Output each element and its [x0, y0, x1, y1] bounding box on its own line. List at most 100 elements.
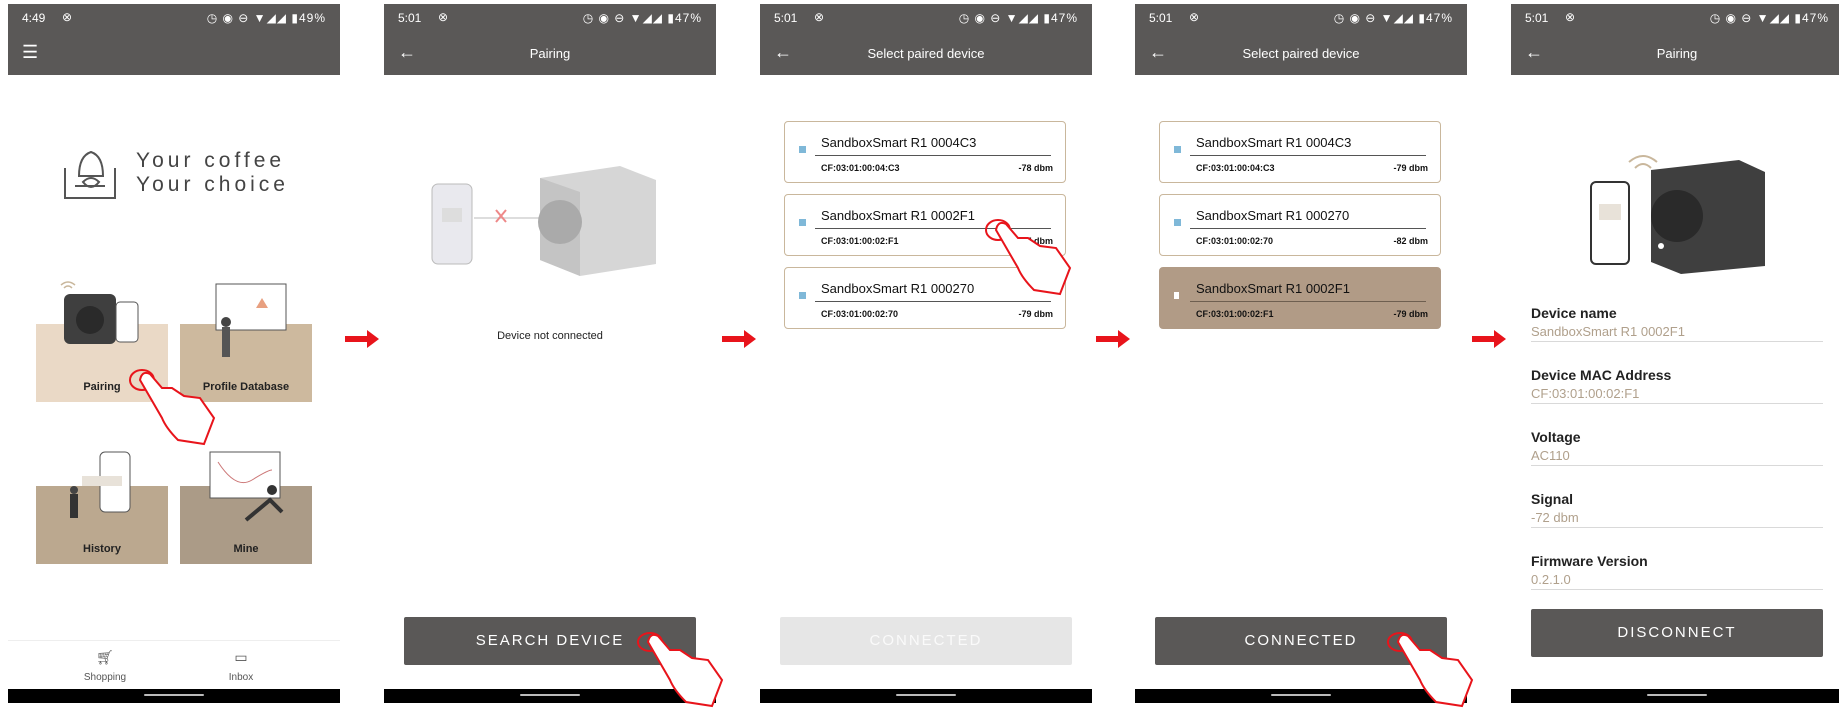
status-bar: 5:01 ⊗ ◷ ◉ ⊖ ▼◢◢ ▮47% [760, 4, 1092, 32]
coffee-logo-icon [64, 150, 116, 199]
system-nav-bar [1511, 689, 1839, 703]
divider [815, 301, 1051, 302]
app-bar: ← Select paired device [760, 32, 1092, 75]
pairing-illustration [60, 281, 139, 344]
system-nav-bar [1135, 689, 1467, 703]
location-icon: ⊗ [814, 10, 825, 24]
cart-icon: 🛒︎ [96, 649, 114, 665]
system-nav-bar [760, 689, 1092, 703]
divider [1190, 301, 1426, 302]
device-name: SandboxSmart R1 0002F1 [821, 208, 975, 223]
page-title: Pairing [529, 46, 571, 61]
device-item[interactable]: SandboxSmart R1 000270 CF:03:01:00:02:70… [784, 267, 1066, 329]
nav-shopping[interactable]: 🛒︎ Shopping [65, 649, 145, 683]
location-icon: ⊗ [1565, 10, 1576, 24]
page-title: Select paired device [1242, 46, 1360, 61]
app-bar: ☰ [8, 32, 340, 75]
status-time: 5:01 [1149, 11, 1173, 25]
disconnected-illustration [431, 166, 656, 276]
field-voltage: Voltage AC110 [1531, 429, 1823, 481]
bluetooth-icon [799, 219, 806, 226]
connection-status-text: Device not connected [497, 330, 603, 342]
field-value: CF:03:01:00:02:F1 [1531, 386, 1823, 404]
system-nav-bar [384, 689, 716, 703]
device-name: SandboxSmart R1 0002F1 [1196, 281, 1350, 296]
status-bar: 5:01 ⊗ ◷ ◉ ⊖ ▼◢◢ ▮47% [384, 4, 716, 32]
device-name: SandboxSmart R1 000270 [821, 281, 975, 296]
disconnect-button[interactable]: DISCONNECT [1531, 609, 1823, 657]
menu-icon[interactable]: ☰ [22, 42, 38, 62]
battery-percent: 47% [674, 11, 702, 25]
profile-illustration [215, 283, 287, 357]
device-mac: CF:03:01:00:04:C3 [1196, 163, 1275, 173]
phone-icon [1174, 292, 1179, 299]
field-value: -72 dbm [1531, 510, 1823, 528]
bluetooth-icon [1174, 146, 1181, 153]
device-item[interactable]: SandboxSmart R1 000270 CF:03:01:00:02:70… [1159, 194, 1441, 256]
device-mac: CF:03:01:00:02:F1 [821, 236, 899, 246]
field-label: Voltage [1531, 429, 1581, 445]
bluetooth-icon [799, 292, 806, 299]
home-indicator[interactable] [1271, 694, 1331, 696]
device-item[interactable]: SandboxSmart R1 0004C3 CF:03:01:00:04:C3… [1159, 121, 1441, 183]
tagline: Your coffee Your choice [136, 149, 289, 196]
status-bar: 4:49 ⊗ ◷ ◉ ⊖ ▼◢◢ ▮49% [8, 4, 340, 32]
system-icons: ◷ ◉ ⊖ ▼◢◢ ▮49% [206, 11, 326, 25]
field-value: 0.2.1.0 [1531, 572, 1823, 590]
bluetooth-icon [799, 146, 806, 153]
device-item-selected[interactable]: SandboxSmart R1 0002F1 CF:03:01:00:02:F1… [1159, 267, 1441, 329]
device-signal: -82 dbm [1393, 236, 1428, 246]
device-signal: -77 dbm [1018, 236, 1053, 246]
status-time: 4:49 [22, 11, 46, 25]
tile-profile-database[interactable]: Profile Database [180, 283, 312, 402]
field-device-name: Device name SandboxSmart R1 0002F1 [1531, 305, 1823, 357]
status-time: 5:01 [774, 11, 798, 25]
field-label: Device name [1531, 305, 1617, 321]
connected-button-disabled: CONNECTED [780, 617, 1072, 665]
home-indicator[interactable] [520, 694, 580, 696]
divider [1190, 155, 1426, 156]
home-indicator[interactable] [1647, 694, 1707, 696]
app-bar: ← Select paired device [1135, 32, 1467, 75]
device-name: SandboxSmart R1 0004C3 [1196, 135, 1352, 150]
tile-pairing[interactable]: Pairing [36, 281, 168, 402]
device-name: SandboxSmart R1 0004C3 [821, 135, 977, 150]
device-mac: CF:03:01:00:04:C3 [821, 163, 900, 173]
divider [1190, 228, 1426, 229]
home-indicator[interactable] [144, 694, 204, 696]
location-icon: ⊗ [62, 10, 73, 24]
screen-pairing-details: 5:01 ⊗ ◷ ◉ ⊖ ▼◢◢ ▮47% ← Pairing Device n… [1511, 4, 1839, 703]
device-signal: -78 dbm [1018, 163, 1053, 173]
step-arrow-icon [722, 330, 756, 348]
nav-inbox[interactable]: ▭ Inbox [201, 649, 281, 683]
device-mac: CF:03:01:00:02:70 [1196, 236, 1274, 246]
connected-button[interactable]: CONNECTED [1155, 617, 1447, 665]
field-signal: Signal -72 dbm [1531, 491, 1823, 543]
inbox-icon: ▭ [234, 649, 248, 665]
field-firmware-version: Firmware Version 0.2.1.0 [1531, 553, 1823, 605]
device-mac: CF:03:01:00:02:70 [821, 309, 899, 319]
screen-home: 4:49 ⊗ ◷ ◉ ⊖ ▼◢◢ ▮49% ☰ Your coffee Your… [8, 4, 340, 703]
screen-select-device-selected: 5:01 ⊗ ◷ ◉ ⊖ ▼◢◢ ▮47% ← Select paired de… [1135, 4, 1467, 703]
system-nav-bar [8, 689, 340, 703]
device-item[interactable]: SandboxSmart R1 0004C3 CF:03:01:00:04:C3… [784, 121, 1066, 183]
connected-illustration [1590, 155, 1765, 274]
field-mac-address: Device MAC Address CF:03:01:00:02:F1 [1531, 367, 1823, 419]
status-bar: 5:01 ⊗ ◷ ◉ ⊖ ▼◢◢ ▮47% [1511, 4, 1839, 32]
tile-history[interactable]: History [36, 451, 168, 564]
page-title: Pairing [1656, 46, 1698, 61]
battery-percent: 49% [298, 11, 326, 25]
tile-mine[interactable]: Mine [180, 451, 312, 564]
bottom-nav: 🛒︎ Shopping ▭ Inbox [8, 640, 340, 689]
system-icons: ◷ ◉ ⊖ ▼◢◢ ▮47% [1333, 11, 1453, 25]
mine-illustration [209, 451, 284, 522]
location-icon: ⊗ [1189, 10, 1200, 24]
field-label: Firmware Version [1531, 553, 1648, 569]
home-indicator[interactable] [896, 694, 956, 696]
step-arrow-icon [1472, 330, 1506, 348]
divider [815, 228, 1051, 229]
page-title: Select paired device [867, 46, 985, 61]
search-device-button[interactable]: SEARCH DEVICE [404, 617, 696, 665]
device-signal: -79 dbm [1393, 309, 1428, 319]
device-item[interactable]: SandboxSmart R1 0002F1 CF:03:01:00:02:F1… [784, 194, 1066, 256]
